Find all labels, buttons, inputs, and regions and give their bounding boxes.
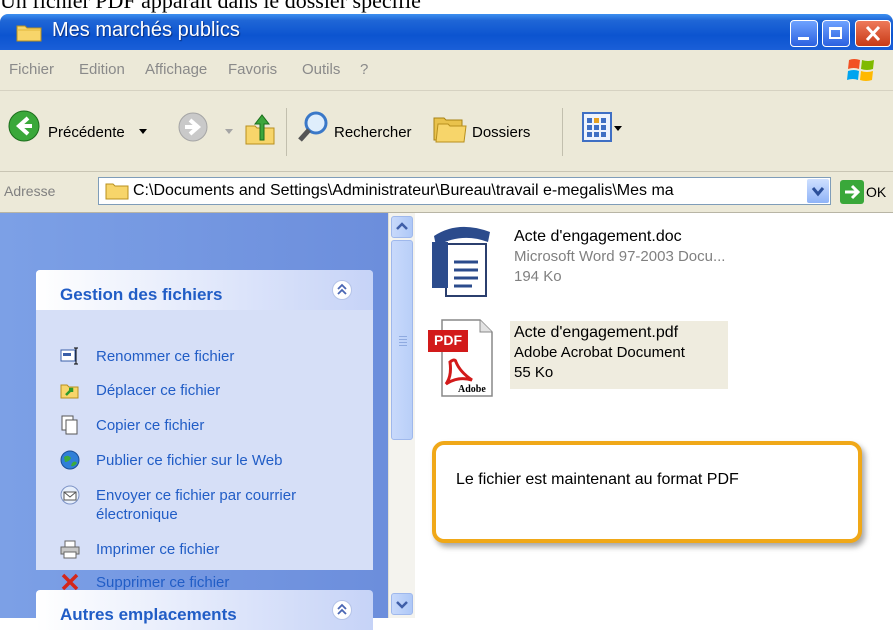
search-button-label[interactable]: Rechercher (334, 124, 412, 141)
back-button[interactable] (8, 110, 40, 146)
window-title: Mes marchés publics (52, 19, 240, 41)
back-arrow-icon (8, 110, 40, 142)
task-label: Imprimer ce fichier (96, 541, 220, 558)
menu-bar: Fichier Edition Affichage Favoris Outils… (0, 50, 893, 91)
go-button-label[interactable]: OK (866, 184, 886, 200)
chevron-down-icon (811, 187, 825, 197)
title-bar[interactable]: Mes marchés publics (0, 14, 893, 50)
callout-text: Le fichier est maintenant au format PDF (456, 471, 739, 488)
scroll-up-button[interactable] (391, 216, 413, 238)
collapse-button[interactable] (332, 600, 352, 620)
adobe-logo-text: Adobe (458, 384, 486, 395)
delete-icon (61, 573, 79, 591)
vertical-scrollbar[interactable] (388, 213, 415, 618)
forward-dropdown-icon[interactable] (224, 128, 234, 136)
file-tasks-header[interactable]: Gestion des fichiers (36, 270, 373, 310)
views-dropdown-icon[interactable] (614, 126, 622, 132)
chevron-up-icon (337, 283, 347, 295)
back-dropdown-icon[interactable] (138, 128, 148, 136)
toolbar-separator (562, 108, 563, 156)
file-item[interactable]: Acte d'engagement.doc Microsoft Word 97-… (428, 222, 878, 302)
windows-logo-icon (847, 59, 874, 81)
pdf-badge-text: PDF (434, 332, 462, 348)
file-name: Acte d'engagement.pdf (514, 324, 679, 341)
file-size: 55 Ko (514, 364, 554, 381)
folders-icon[interactable] (432, 110, 468, 144)
address-input[interactable]: C:\Documents and Settings\Administrateur… (98, 177, 831, 205)
printer-icon (60, 540, 80, 559)
task-label: Envoyer ce fichier par courrier électron… (96, 487, 297, 523)
menu-fichier[interactable]: Fichier (9, 61, 54, 78)
scroll-thumb[interactable] (391, 240, 413, 440)
chevron-up-icon (396, 222, 408, 230)
maximize-icon (829, 27, 842, 39)
word-document-icon (432, 226, 490, 297)
grip-line (399, 336, 407, 337)
grip-line (399, 342, 407, 343)
maximize-button[interactable] (822, 20, 850, 47)
cropped-caption-line: Un fichier PDF apparaît dans le dossier … (0, 0, 893, 14)
menu-affichage[interactable]: Affichage (145, 61, 207, 78)
other-places-header[interactable]: Autres emplacements (36, 590, 373, 630)
grip-line (399, 339, 407, 340)
forward-button[interactable] (178, 112, 208, 146)
minimize-button[interactable] (790, 20, 818, 47)
close-button[interactable] (855, 20, 891, 47)
menu-outils[interactable]: Outils (302, 61, 340, 78)
file-type: Adobe Acrobat Document (514, 344, 685, 361)
chevron-up-icon (337, 603, 347, 615)
toolbar-separator (286, 108, 287, 156)
up-folder-icon[interactable] (244, 112, 278, 146)
rename-icon (60, 347, 78, 365)
forward-arrow-icon (178, 112, 208, 142)
file-size: 194 Ko (514, 268, 562, 285)
search-icon[interactable] (296, 110, 330, 144)
address-path: C:\Documents and Settings\Administrateur… (133, 182, 674, 199)
folder-icon (105, 183, 129, 200)
file-item-selected[interactable]: PDF Adobe Acte d'engagement.pdf Adobe Ac… (428, 318, 738, 398)
web-publish-icon (60, 450, 80, 470)
minimize-icon (798, 37, 809, 40)
file-tasks-title: Gestion des fichiers (60, 285, 223, 304)
back-button-label[interactable]: Précédente (48, 124, 125, 141)
task-label: Déplacer ce fichier (96, 382, 221, 399)
views-icon[interactable] (582, 112, 612, 142)
email-icon (60, 485, 80, 505)
close-icon (865, 25, 881, 42)
other-places-title: Autres emplacements (60, 605, 237, 624)
address-dropdown-button[interactable] (807, 179, 829, 203)
file-tasks-panel: Gestion des fichiers Renommer ce fichier… (36, 270, 373, 591)
menu-edition[interactable]: Edition (79, 61, 125, 78)
task-label: Copier ce fichier (96, 417, 205, 434)
copy-icon (61, 415, 78, 435)
chevron-down-icon (396, 601, 408, 609)
folder-icon (16, 25, 42, 42)
menu-favoris[interactable]: Favoris (228, 61, 277, 78)
task-label: Renommer ce fichier (96, 348, 235, 365)
address-label: Adresse (4, 183, 56, 199)
scroll-down-button[interactable] (391, 593, 413, 615)
address-bar: Adresse C:\Documents and Settings\Admini… (0, 172, 893, 213)
task-label: Publier ce fichier sur le Web (96, 452, 283, 469)
collapse-button[interactable] (332, 280, 352, 300)
task-pane: Gestion des fichiers Renommer ce fichier… (0, 213, 388, 630)
go-arrow-icon[interactable] (840, 180, 864, 204)
folders-button-label[interactable]: Dossiers (472, 124, 530, 141)
file-name: Acte d'engagement.doc (514, 228, 682, 245)
file-type: Microsoft Word 97-2003 Docu... (514, 248, 726, 265)
grip-line (399, 345, 407, 346)
move-icon (60, 384, 79, 399)
annotation-callout: Le fichier est maintenant au format PDF (432, 441, 862, 543)
menu-help[interactable]: ? (360, 61, 368, 78)
